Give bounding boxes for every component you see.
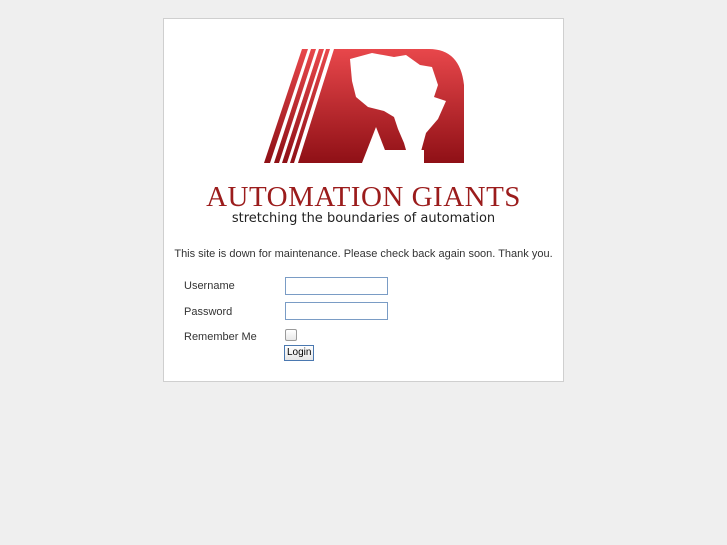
login-panel: AUTOMATION GIANTS stretching the boundar… bbox=[163, 18, 564, 382]
login-button[interactable]: Login bbox=[284, 345, 315, 361]
africa-a-logo-icon bbox=[264, 49, 464, 163]
password-label: Password bbox=[184, 306, 233, 318]
username-label: Username bbox=[184, 280, 235, 292]
brand-logo: AUTOMATION GIANTS stretching the boundar… bbox=[164, 19, 563, 244]
remember-me-label: Remember Me bbox=[184, 331, 257, 343]
brand-title: AUTOMATION GIANTS bbox=[206, 181, 521, 213]
password-input[interactable] bbox=[285, 302, 388, 320]
brand-tagline: stretching the boundaries of automation bbox=[231, 211, 496, 226]
maintenance-message: This site is down for maintenance. Pleas… bbox=[174, 248, 553, 260]
username-input[interactable] bbox=[285, 277, 388, 295]
remember-me-checkbox[interactable] bbox=[285, 329, 297, 341]
